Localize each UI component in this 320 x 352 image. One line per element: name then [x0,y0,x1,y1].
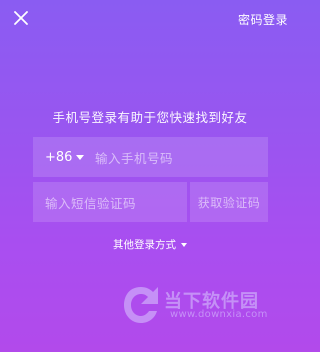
verification-row: 输入短信验证码 获取验证码 [33,182,268,222]
other-login-label: 其他登录方式 [113,239,176,251]
top-bar: 密码登录 [0,0,300,36]
close-icon [14,11,28,25]
sms-code-field[interactable]: 输入短信验证码 [33,182,187,222]
chevron-down-icon [181,242,187,247]
phone-input-row: +86 输入手机号码 [33,137,268,177]
chevron-down-icon [76,154,85,160]
get-code-button[interactable]: 获取验证码 [190,182,268,222]
other-login-methods-button[interactable]: 其他登录方式 [0,237,300,252]
watermark: 当下软件园 www.downxia.com [118,278,293,328]
phone-number-field[interactable]: 输入手机号码 [95,148,268,167]
country-code-label: +86 [45,149,73,165]
close-button[interactable] [12,9,30,27]
watermark-url: www.downxia.com [170,309,268,320]
password-login-link[interactable]: 密码登录 [238,11,288,28]
country-code-selector[interactable]: +86 [33,150,95,165]
watermark-logo-icon [124,287,158,323]
login-subtitle: 手机号登录有助于您快速找到好友 [52,110,248,125]
